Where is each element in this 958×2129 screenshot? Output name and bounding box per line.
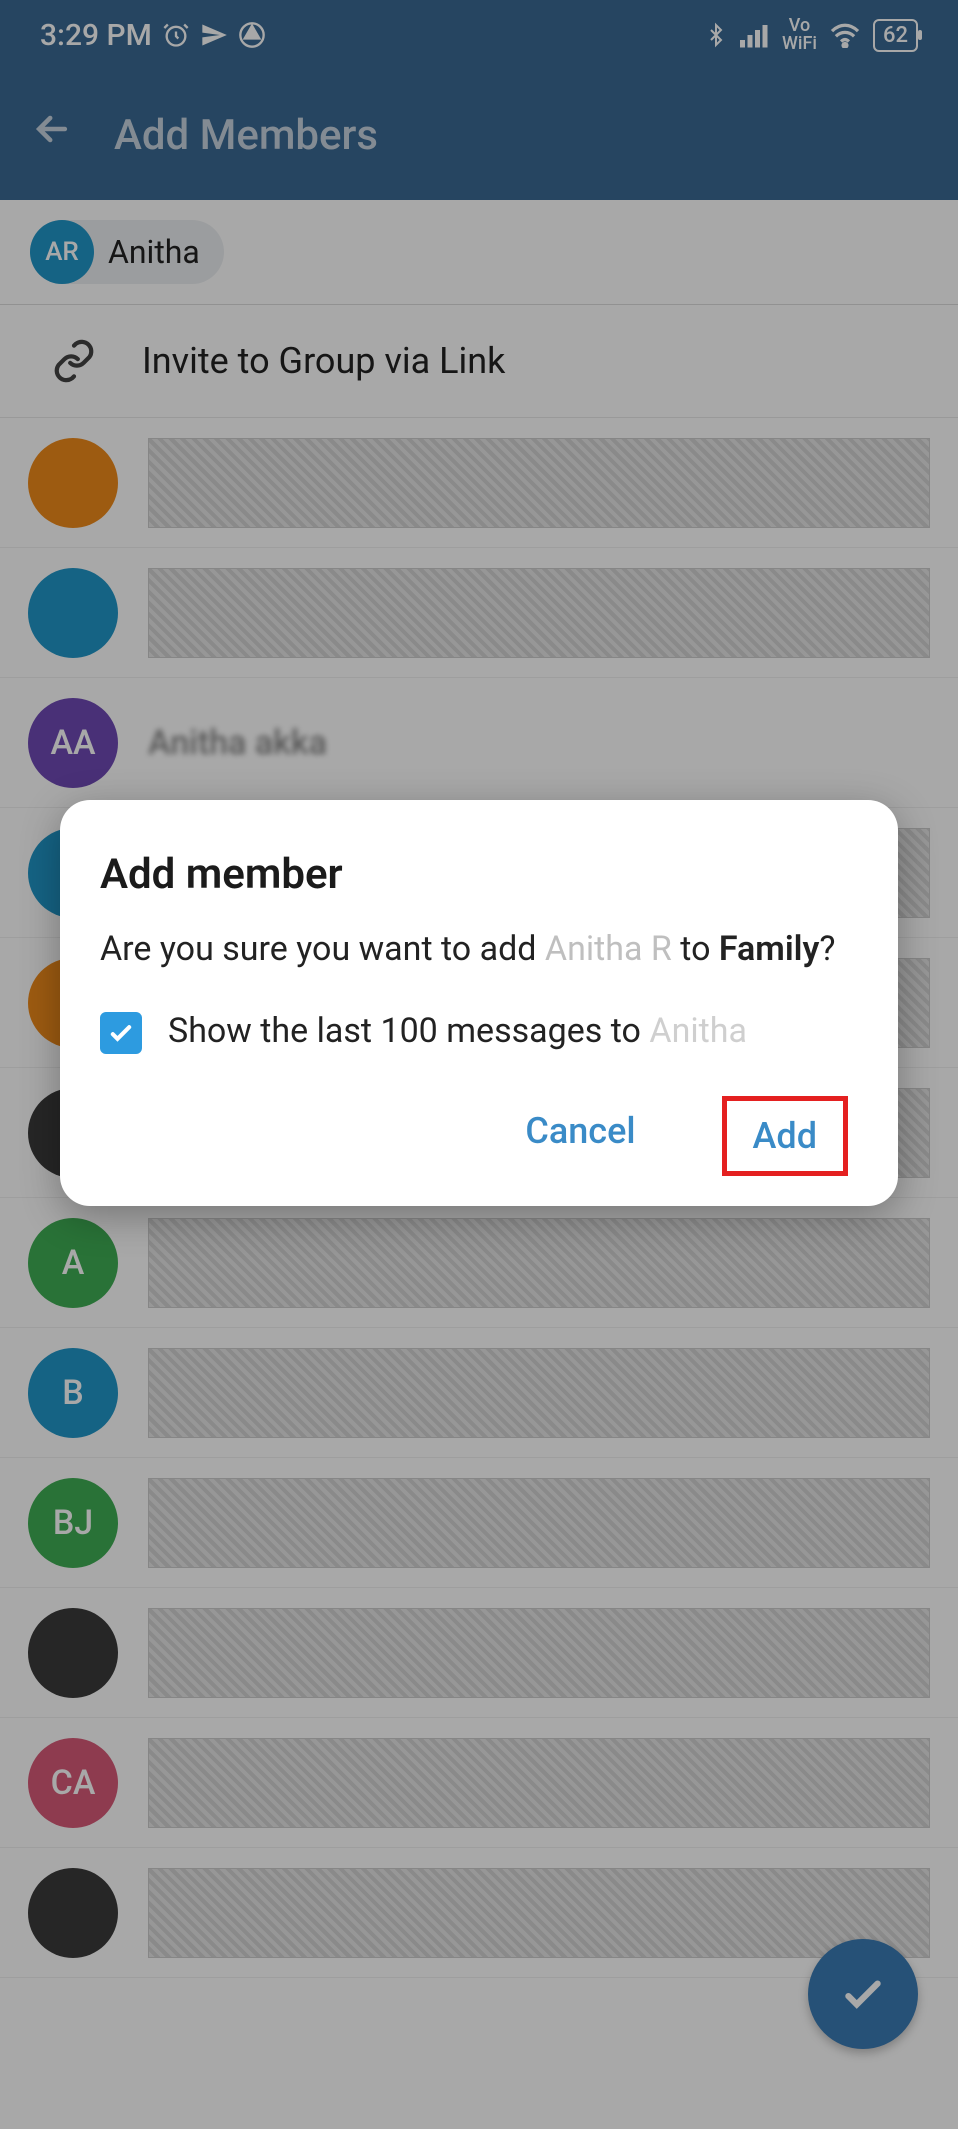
dialog-title: Add member — [100, 850, 858, 899]
add-button[interactable]: Add — [722, 1096, 848, 1176]
add-member-dialog: Add member Are you sure you want to add … — [60, 800, 898, 1206]
dialog-actions: Cancel Add — [100, 1096, 858, 1176]
show-history-option[interactable]: Show the last 100 messages to Anitha — [100, 1008, 858, 1056]
dialog-message: Are you sure you want to add Anitha R to… — [100, 925, 858, 974]
checkbox-checked-icon[interactable] — [100, 1012, 142, 1054]
cancel-button[interactable]: Cancel — [499, 1096, 661, 1176]
